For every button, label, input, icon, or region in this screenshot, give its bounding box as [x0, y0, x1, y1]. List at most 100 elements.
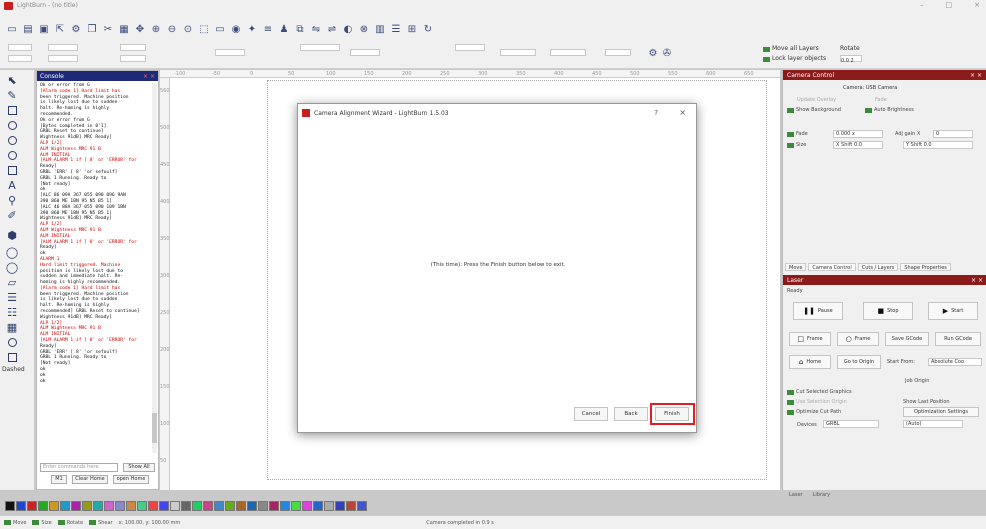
color-swatch[interactable] — [313, 501, 323, 511]
save-icon[interactable]: ▣ — [38, 24, 50, 36]
maximize-icon[interactable]: □ — [946, 1, 953, 9]
grid-array-icon[interactable]: ▦ — [5, 320, 19, 334]
paste-icon[interactable]: ▦ — [118, 24, 130, 36]
y-pos-field[interactable] — [8, 55, 32, 62]
group-icon[interactable]: ⧉ — [294, 24, 306, 36]
lock-layers-checkbox[interactable] — [763, 57, 770, 62]
cut-icon[interactable]: ✂ — [102, 24, 114, 36]
color-swatch[interactable] — [82, 501, 92, 511]
color-swatch[interactable] — [181, 501, 191, 511]
font-field[interactable] — [300, 44, 340, 51]
console-scrollbar[interactable] — [152, 83, 157, 453]
position-laser-icon[interactable]: ⚲ — [5, 193, 19, 207]
mirror-icon[interactable]: ⇌ — [326, 24, 338, 36]
optimization-settings-button[interactable]: Optimization Settings — [903, 407, 979, 417]
camera-icon[interactable]: ✦ — [246, 24, 258, 36]
tab-cuts-layers[interactable]: Cuts / Layers — [857, 263, 899, 271]
save-gcode-button[interactable]: Save GCode — [885, 332, 929, 346]
x-pos-field[interactable] — [8, 44, 32, 51]
height-field[interactable] — [48, 55, 78, 62]
color-swatch[interactable] — [115, 501, 125, 511]
color-swatch[interactable] — [269, 501, 279, 511]
open-file-icon[interactable]: ▤ — [22, 24, 34, 36]
move-icon[interactable]: ✥ — [134, 24, 146, 36]
color-swatch[interactable] — [5, 501, 15, 511]
rectangle-tool-icon[interactable] — [5, 103, 19, 117]
color-swatch[interactable] — [137, 501, 147, 511]
color-swatch[interactable] — [159, 501, 169, 511]
status-rotate[interactable]: Rotate — [57, 519, 83, 526]
close-window-icon[interactable]: × — [974, 1, 980, 9]
color-swatch[interactable] — [192, 501, 202, 511]
color-swatch[interactable] — [236, 501, 246, 511]
go-to-origin-button[interactable]: Go to Origin — [837, 355, 881, 369]
macro-m1-button[interactable]: M1 — [51, 475, 67, 484]
minimize-icon[interactable]: – — [920, 1, 924, 9]
dialog-close-icon[interactable]: × — [679, 108, 686, 117]
show-all-button[interactable]: Show All — [123, 463, 155, 472]
color-swatch[interactable] — [258, 501, 268, 511]
select-tool-icon[interactable]: ⬉ — [5, 73, 19, 87]
status-move[interactable]: Move — [4, 519, 26, 526]
clear-home-button[interactable]: Clear Home — [72, 475, 108, 484]
horizontal-align-icon[interactable]: ☷ — [5, 305, 19, 319]
cancel-button[interactable]: Cancel — [574, 407, 608, 421]
color-swatch[interactable] — [203, 501, 213, 511]
color-swatch[interactable] — [27, 501, 37, 511]
color-swatch[interactable] — [335, 501, 345, 511]
fade-checkbox[interactable] — [787, 132, 794, 137]
tab-shape-properties[interactable]: Shape Properties — [900, 263, 951, 271]
color-swatch[interactable] — [214, 501, 224, 511]
console-command-input[interactable]: Enter commands here — [40, 463, 118, 472]
align-y-field[interactable] — [550, 49, 586, 56]
use-selection-origin-checkbox[interactable] — [787, 400, 794, 405]
color-swatch[interactable] — [148, 501, 158, 511]
scale-x-field[interactable] — [120, 44, 146, 51]
color-swatch[interactable] — [104, 501, 114, 511]
laser-panel-close-icon[interactable]: × × — [971, 277, 983, 284]
draw-tool-icon[interactable] — [5, 163, 19, 177]
text-tool-icon[interactable]: A — [5, 178, 19, 192]
auto-brightness-checkbox[interactable] — [865, 108, 872, 113]
dock-icon[interactable]: ⊞ — [406, 24, 418, 36]
camera-name-select[interactable]: Camera: USB Camera — [843, 85, 897, 91]
width-field[interactable] — [48, 44, 78, 51]
circle-tool-icon[interactable] — [5, 335, 19, 349]
optimize-cut-path-checkbox[interactable] — [787, 410, 794, 415]
adjust-x-field[interactable]: 0 — [933, 130, 973, 138]
console-scroll-thumb[interactable] — [152, 413, 157, 443]
edit-nodes-icon[interactable]: ✎ — [5, 88, 19, 102]
frame-circle-button[interactable]: ○ Frame — [837, 332, 879, 346]
color-swatch[interactable] — [49, 501, 59, 511]
import-icon[interactable]: ⇱ — [54, 24, 66, 36]
color-swatch[interactable] — [38, 501, 48, 511]
laser-tool-icon[interactable]: ✇ — [661, 47, 673, 59]
offset-tool-icon[interactable]: ⬢ — [5, 228, 19, 242]
stop-button[interactable]: ■ Stop — [863, 302, 913, 320]
status-shear[interactable]: Shear — [89, 519, 113, 526]
frame-button[interactable]: □ Frame — [789, 332, 831, 346]
shape-tool-icon[interactable]: ▱ — [5, 275, 19, 289]
new-file-icon[interactable]: ▭ — [6, 24, 18, 36]
x-shift-field[interactable]: X Shift 0.0 — [833, 141, 883, 149]
color-swatch[interactable] — [71, 501, 81, 511]
group-tool-icon[interactable]: ◯ — [5, 260, 19, 274]
start-from-select[interactable]: Absolute Coo — [928, 358, 982, 366]
zoom-out-icon[interactable]: ⊖ — [166, 24, 178, 36]
distribute-icon[interactable]: ☰ — [390, 24, 402, 36]
camera-trace-icon[interactable]: ◉ — [230, 24, 242, 36]
device-select[interactable]: GRBL — [823, 420, 879, 428]
offset-field[interactable] — [605, 49, 631, 56]
ellipse-tool-icon[interactable] — [5, 118, 19, 132]
color-swatch[interactable] — [324, 501, 334, 511]
polygon-tool-icon[interactable] — [5, 133, 19, 147]
cut-shapes-icon[interactable] — [5, 350, 19, 364]
color-swatch[interactable] — [247, 501, 257, 511]
circle-array-icon[interactable]: ◯ — [5, 245, 19, 259]
tab-camera-control[interactable]: Camera Control — [808, 263, 856, 271]
pause-button[interactable]: ❚❚ Pause — [793, 302, 843, 320]
settings-icon[interactable]: ⚙ — [70, 24, 82, 36]
camera-panel-close-icon[interactable]: × × — [970, 72, 982, 79]
zoom-frame-icon[interactable]: ⬚ — [198, 24, 210, 36]
array-icon[interactable]: ▥ — [374, 24, 386, 36]
